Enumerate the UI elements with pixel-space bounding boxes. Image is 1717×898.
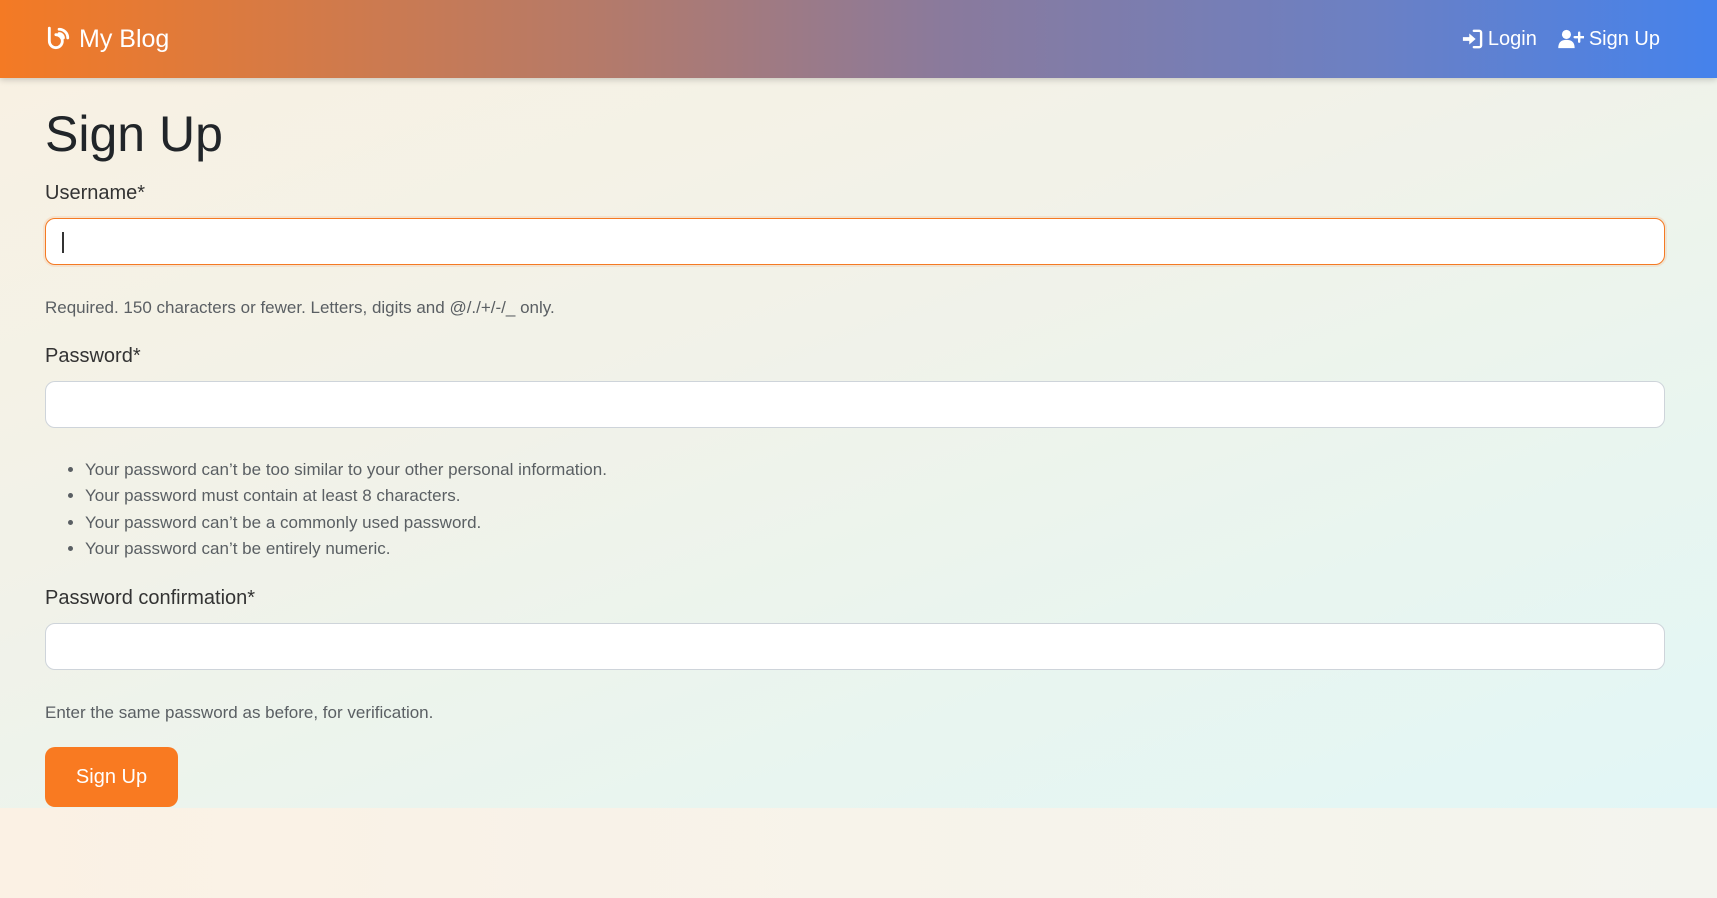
page-title: Sign Up: [45, 106, 223, 162]
login-label: Login: [1487, 27, 1537, 50]
password-help-item: Your password can’t be too similar to yo…: [85, 457, 607, 483]
password-input[interactable]: [45, 381, 1665, 428]
user-plus-icon: [1558, 29, 1584, 49]
username-input[interactable]: [45, 218, 1665, 265]
password-help-item: Your password can’t be entirely numeric.: [85, 536, 607, 562]
password-confirmation-label: Password confirmation*: [45, 587, 256, 609]
signup-link[interactable]: Sign Up: [1558, 28, 1660, 51]
nav-links: Login Sign Up: [1461, 28, 1660, 51]
navbar: My Blog Login Sign Up: [0, 0, 1717, 78]
signup-label: Sign Up: [1588, 27, 1660, 50]
password-label: Password*: [45, 345, 141, 367]
blog-icon: [47, 26, 70, 50]
password-confirmation-input[interactable]: [45, 623, 1665, 670]
login-link[interactable]: Login: [1461, 28, 1537, 51]
text-caret: [62, 232, 64, 253]
password-confirmation-help: Enter the same password as before, for v…: [45, 703, 434, 722]
brand-link[interactable]: My Blog: [45, 25, 169, 54]
username-label: Username*: [45, 182, 146, 204]
password-help-item: Your password must contain at least 8 ch…: [85, 483, 607, 509]
password-help-list: Your password can’t be too similar to yo…: [85, 457, 607, 562]
page-footer-area: [0, 808, 1717, 898]
main-content: Sign Up Username* Required. 150 characte…: [0, 78, 1717, 808]
username-help: Required. 150 characters or fewer. Lette…: [45, 298, 555, 317]
sign-in-icon: [1462, 29, 1483, 49]
brand-name: My Blog: [79, 24, 170, 53]
signup-submit-button[interactable]: Sign Up: [45, 747, 178, 807]
password-help-item: Your password can’t be a commonly used p…: [85, 510, 607, 536]
